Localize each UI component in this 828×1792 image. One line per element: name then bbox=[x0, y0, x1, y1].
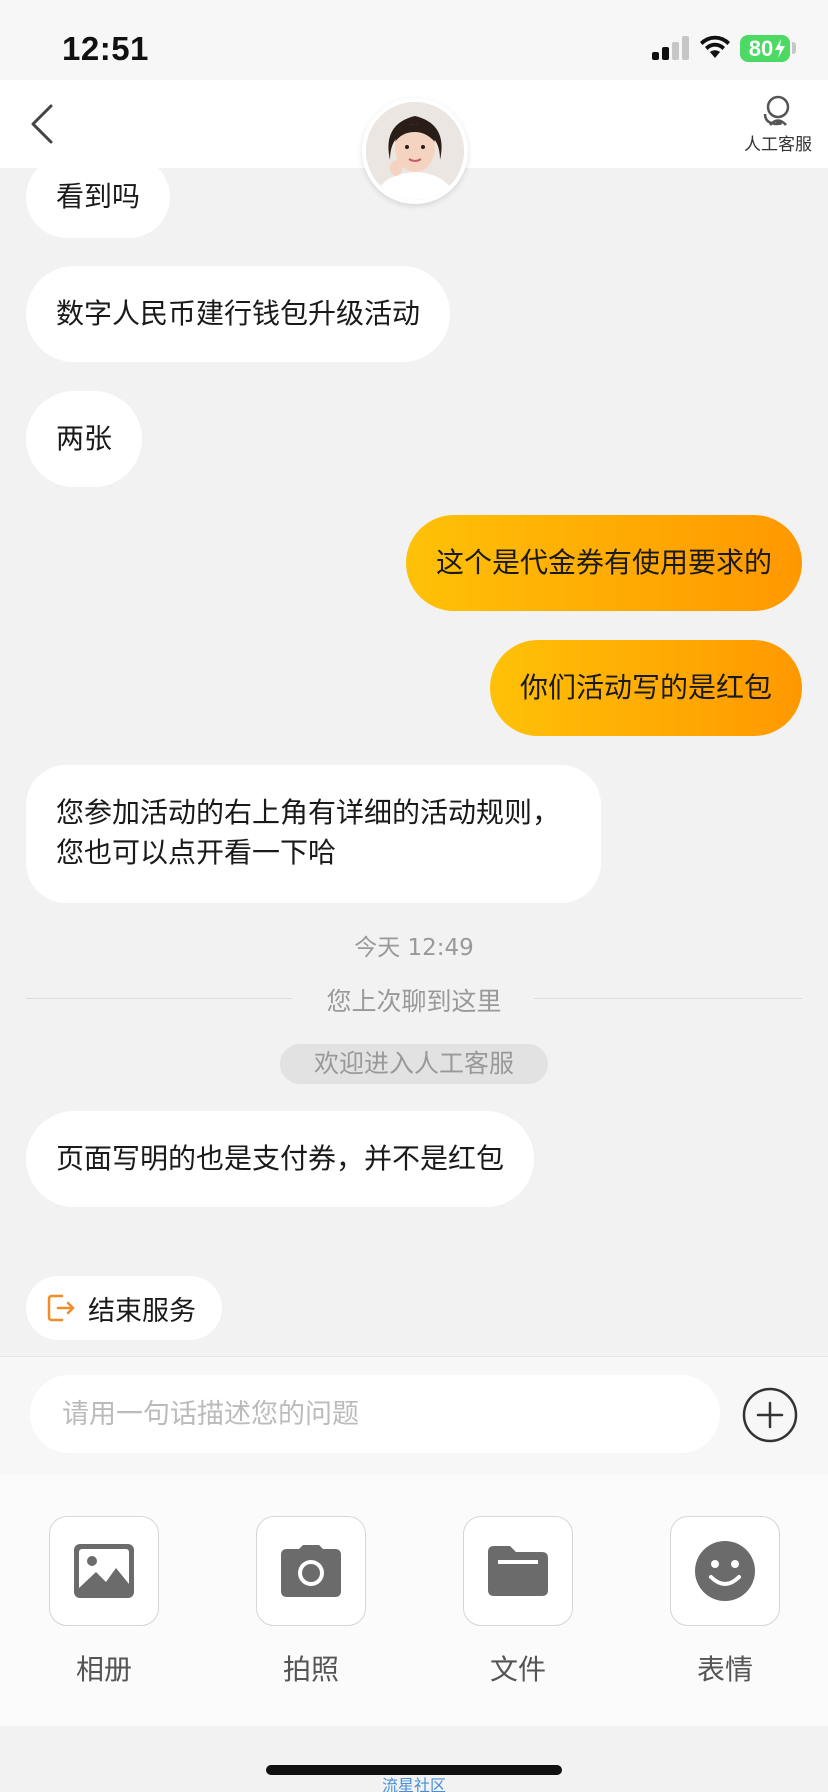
file-button[interactable]: 文件 bbox=[463, 1516, 573, 1688]
file-label: 文件 bbox=[489, 1653, 546, 1686]
end-service-button[interactable]: 结束服务 bbox=[26, 1276, 222, 1340]
agent-avatar[interactable] bbox=[362, 98, 468, 204]
human-agent-label: 人工客服 bbox=[744, 135, 812, 155]
plus-circle-icon[interactable] bbox=[742, 1387, 798, 1443]
input-area bbox=[0, 1356, 828, 1474]
wifi-icon bbox=[700, 35, 730, 58]
chevron-left-icon[interactable] bbox=[24, 100, 64, 148]
album-button[interactable]: 相册 bbox=[49, 1516, 159, 1688]
smiley-icon bbox=[695, 1541, 755, 1601]
camera-icon bbox=[281, 1545, 341, 1597]
battery-indicator: 80 bbox=[740, 35, 790, 62]
attachment-toolbar: 相册 拍照 文件 表情 bbox=[0, 1474, 828, 1726]
message-text: 您参加活动的右上角有详细的活动规则，您也可以点开看一下哈 bbox=[56, 796, 561, 869]
message-bubble-received: 看到吗 bbox=[26, 156, 171, 238]
system-notice: 欢迎进入人工客服 bbox=[280, 1044, 548, 1084]
timestamp-label: 今天 12:49 bbox=[354, 935, 474, 961]
message-text: 看到吗 bbox=[56, 180, 141, 213]
album-tile[interactable] bbox=[49, 1516, 159, 1626]
message-text: 数字人民币建行钱包升级活动 bbox=[56, 297, 421, 330]
battery-cap bbox=[792, 42, 796, 54]
album-label: 相册 bbox=[75, 1653, 132, 1686]
status-bar: 12:51 80 bbox=[0, 0, 828, 80]
message-text: 两张 bbox=[56, 422, 113, 455]
message-bubble-received: 页面写明的也是支付券，并不是红包 bbox=[26, 1111, 535, 1207]
camera-label: 拍照 bbox=[282, 1653, 339, 1686]
charging-bolt-icon bbox=[775, 39, 785, 58]
end-service-label: 结束服务 bbox=[88, 1295, 196, 1327]
message-input[interactable] bbox=[30, 1375, 720, 1453]
message-text: 这个是代金券有使用要求的 bbox=[435, 546, 772, 579]
chat-area[interactable]: 看到吗 数字人民币建行钱包升级活动 两张 这个是代金券有使用要求的 你们活动写的… bbox=[0, 156, 828, 1258]
message-text: 页面写明的也是支付券，并不是红包 bbox=[56, 1142, 505, 1175]
exit-icon bbox=[47, 1294, 75, 1322]
message-text: 你们活动写的是红包 bbox=[519, 671, 772, 704]
camera-tile[interactable] bbox=[256, 1516, 366, 1626]
avatar-image bbox=[366, 102, 464, 200]
message-bubble-received: 您参加活动的右上角有详细的活动规则，您也可以点开看一下哈 bbox=[26, 765, 601, 903]
cellular-signal-icon bbox=[652, 36, 692, 60]
folder-icon bbox=[488, 1546, 548, 1596]
file-tile[interactable] bbox=[463, 1516, 573, 1626]
emoji-tile[interactable] bbox=[670, 1516, 780, 1626]
human-agent-button[interactable]: 人工客服 bbox=[736, 88, 820, 164]
history-divider-text: 您上次聊到这里 bbox=[326, 987, 502, 1016]
watermark: 流星社区 bbox=[381, 1776, 446, 1792]
message-bubble-received: 两张 bbox=[26, 391, 143, 487]
headset-icon bbox=[763, 95, 790, 126]
message-bubble-sent: 这个是代金券有使用要求的 bbox=[405, 515, 802, 611]
status-time: 12:51 bbox=[62, 30, 149, 67]
history-divider-right bbox=[534, 998, 802, 999]
emoji-label: 表情 bbox=[696, 1653, 753, 1686]
message-bubble-sent: 你们活动写的是红包 bbox=[489, 640, 802, 736]
image-icon bbox=[74, 1544, 134, 1598]
camera-button[interactable]: 拍照 bbox=[256, 1516, 366, 1688]
battery-level: 80 bbox=[748, 35, 774, 61]
emoji-button[interactable]: 表情 bbox=[670, 1516, 780, 1688]
message-bubble-received: 数字人民币建行钱包升级活动 bbox=[26, 266, 451, 362]
